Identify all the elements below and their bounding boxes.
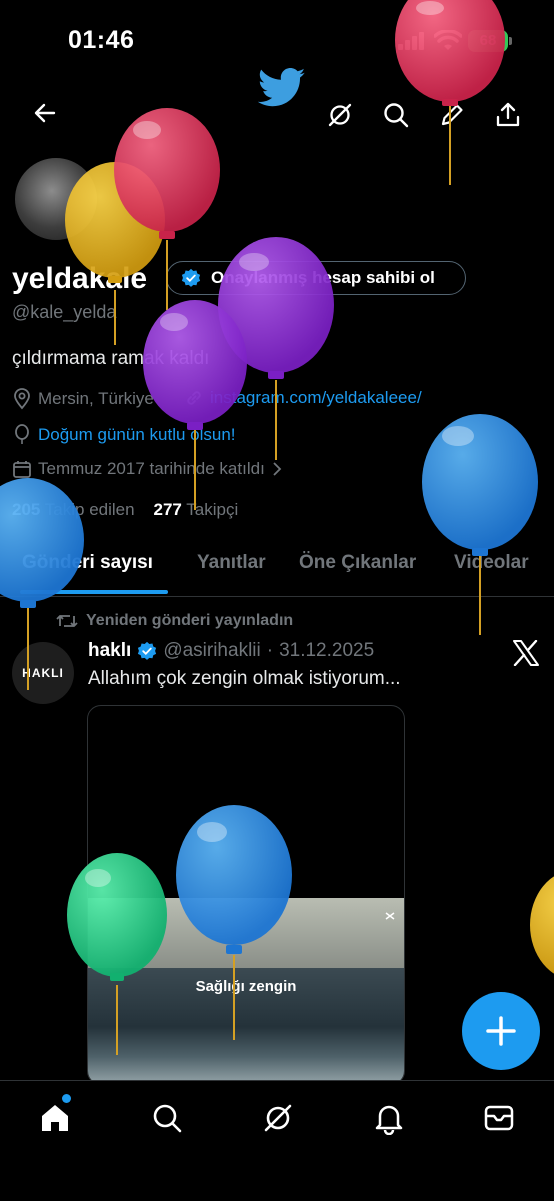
balloon-yellow-edge — [530, 876, 554, 974]
search-icon[interactable] — [150, 1101, 184, 1135]
balloon-blue-left — [0, 478, 84, 690]
balloon-blue-media — [176, 805, 292, 1040]
mail-icon[interactable] — [482, 1101, 516, 1135]
balloon-red-left — [114, 108, 220, 310]
bell-icon[interactable] — [372, 1101, 406, 1135]
grok-icon[interactable] — [261, 1101, 295, 1135]
balloon-red-top — [395, 0, 505, 185]
compose-fab[interactable] — [462, 992, 540, 1070]
balloon-green — [67, 853, 167, 1055]
birthday-balloons-overlay — [0, 0, 554, 1055]
balloon-purple-left — [143, 300, 247, 510]
notification-dot — [62, 1094, 71, 1103]
bottom-nav — [0, 1080, 554, 1201]
balloon-blue-right — [422, 414, 538, 635]
home-icon[interactable] — [38, 1101, 72, 1135]
